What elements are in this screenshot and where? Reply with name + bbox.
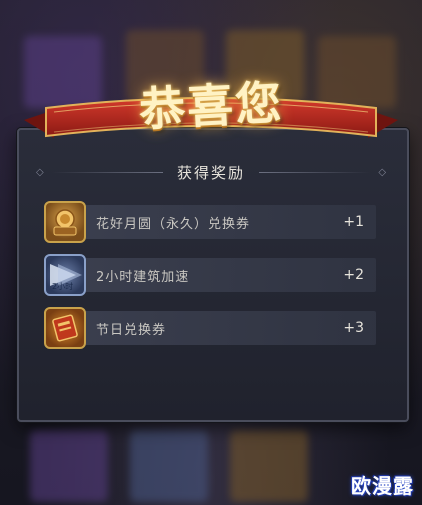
- festival-ticket-icon-graphic: [52, 314, 78, 342]
- background-card: [30, 430, 108, 502]
- reward-row: 节日兑换券 +3: [44, 306, 376, 350]
- panel-title-row: ◇ 获得奖励 ◇: [36, 160, 386, 184]
- reward-name: 花好月圆（永久）兑换券: [96, 216, 251, 232]
- background-card: [130, 430, 208, 502]
- title-divider-right: [259, 171, 371, 173]
- reward-quantity: +3: [343, 320, 364, 336]
- title-ornament-right-icon: ◇: [378, 166, 387, 178]
- reward-list: 花好月圆（永久）兑换券 +1 2小时 2小时建筑加速 +2 节日兑换券 +3: [44, 200, 376, 359]
- panel-title: 获得奖励: [177, 163, 246, 182]
- background-card: [230, 430, 308, 502]
- reward-quantity: +1: [343, 214, 364, 230]
- speedup-icon-label: 2小时: [52, 281, 73, 291]
- festival-ticket-icon[interactable]: [44, 307, 86, 349]
- reward-row: 2小时 2小时建筑加速 +2: [44, 253, 376, 297]
- speedup-2h-icon[interactable]: 2小时: [44, 254, 86, 296]
- title-ornament-left-icon: ◇: [36, 166, 44, 178]
- reward-row: 花好月圆（永久）兑换券 +1: [44, 200, 376, 244]
- reward-name: 2小时建筑加速: [96, 269, 190, 285]
- reward-name: 节日兑换券: [96, 322, 167, 338]
- speedup-2h-icon-graphic: 2小时: [50, 264, 82, 291]
- title-divider-left: [51, 171, 163, 173]
- mooncake-box-icon-graphic: [53, 209, 77, 236]
- reward-quantity: +2: [343, 267, 364, 283]
- mooncake-box-icon[interactable]: [44, 201, 86, 243]
- watermark: 欧漫露: [351, 474, 414, 498]
